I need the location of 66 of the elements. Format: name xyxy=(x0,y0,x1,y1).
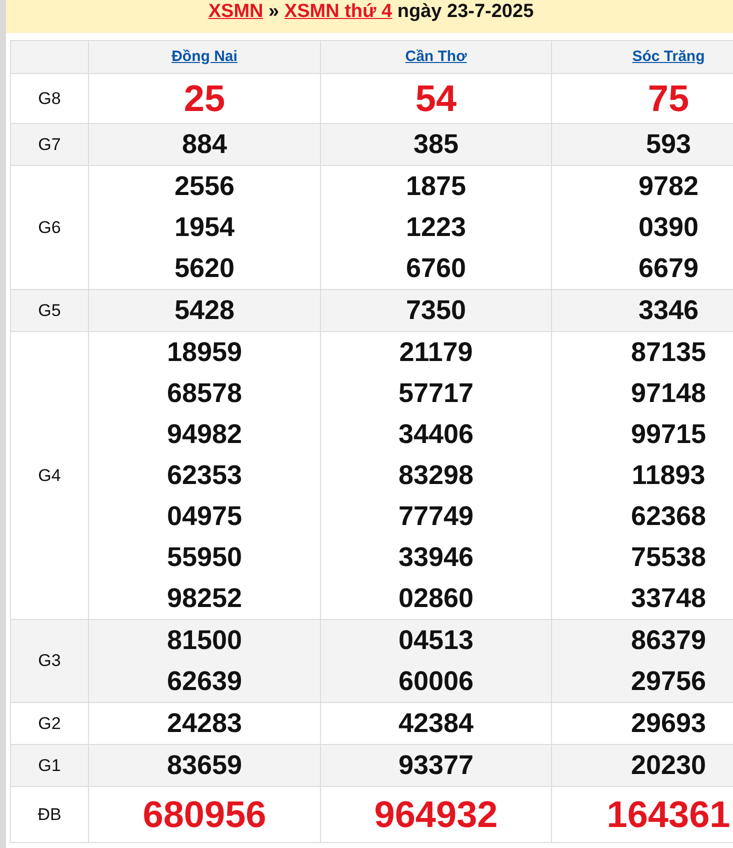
prize-number: 593 xyxy=(644,128,692,161)
prize-number: 97148 xyxy=(630,377,708,410)
prize-number: 1223 xyxy=(404,211,468,244)
prize-number: 9782 xyxy=(637,170,700,203)
prize-number: 62368 xyxy=(630,500,708,533)
prize-number: 0390 xyxy=(637,211,700,244)
prize-label: G5 xyxy=(10,290,88,332)
prize-number: 5428 xyxy=(173,294,236,327)
prize-label: G7 xyxy=(10,124,88,166)
prize-number: 42384 xyxy=(397,707,475,740)
prize-number: 2556 xyxy=(173,170,236,203)
prize-number: 964932 xyxy=(373,793,499,837)
province-link[interactable]: Cần Thơ xyxy=(405,48,467,65)
prize-number: 11893 xyxy=(630,459,706,492)
prize-number: 60006 xyxy=(397,665,475,698)
prize-number: 02860 xyxy=(397,582,475,615)
prize-number: 75538 xyxy=(630,541,708,574)
prize-number: 29693 xyxy=(630,707,708,740)
prize-number: 04513 xyxy=(397,624,475,657)
prize-label: G3 xyxy=(10,620,88,702)
prize-number: 21179 xyxy=(398,336,474,369)
prize-number: 20230 xyxy=(630,749,708,782)
prize-number: 29756 xyxy=(630,665,708,698)
prize-number: 884 xyxy=(180,128,228,161)
prize-number: 680956 xyxy=(142,793,268,837)
prize-number: 33748 xyxy=(630,582,708,615)
prize-number: 83298 xyxy=(397,459,475,492)
breadcrumb-link[interactable]: XSMN thứ 4 xyxy=(284,1,392,22)
province-link[interactable]: Đồng Nai xyxy=(172,48,238,65)
prize-number: 04975 xyxy=(166,500,244,533)
prize-number: 3346 xyxy=(637,294,700,327)
prize-number: 34406 xyxy=(397,418,475,451)
prize-number: 62353 xyxy=(166,459,244,492)
breadcrumb-separator: » xyxy=(268,1,280,22)
prize-number: 6679 xyxy=(637,252,700,285)
prize-number: 62639 xyxy=(166,665,244,698)
prize-number: 99715 xyxy=(630,418,708,451)
prize-number: 81500 xyxy=(166,624,244,657)
prize-label: G1 xyxy=(10,744,88,786)
prize-number: 1875 xyxy=(404,170,468,203)
prize-label: ĐB xyxy=(10,786,88,842)
prize-number: 25 xyxy=(182,77,226,121)
prize-number: 83659 xyxy=(166,749,244,782)
prize-number: 164361 xyxy=(606,793,732,837)
prize-number: 98252 xyxy=(166,582,244,615)
prize-number: 24283 xyxy=(166,707,244,740)
breadcrumb-link[interactable]: XSMN xyxy=(208,1,264,22)
prize-number: 57717 xyxy=(397,377,475,410)
prize-number: 86379 xyxy=(630,624,708,657)
prize-number: 54 xyxy=(414,77,458,121)
prize-number: 77749 xyxy=(397,500,475,533)
prize-number: 75 xyxy=(646,77,690,121)
prize-number: 94982 xyxy=(166,418,244,451)
prize-number: 7350 xyxy=(404,294,468,327)
prize-number: 55950 xyxy=(166,541,244,574)
prize-number: 385 xyxy=(412,128,460,161)
prize-number: 87135 xyxy=(630,336,708,369)
prize-number: 18959 xyxy=(166,336,244,369)
prize-label: G4 xyxy=(10,332,88,620)
prize-number: 33946 xyxy=(397,541,475,574)
prize-number: 68578 xyxy=(166,377,244,410)
prize-number: 5620 xyxy=(173,252,236,285)
prize-number: 1954 xyxy=(173,211,236,244)
prize-number: 93377 xyxy=(397,749,475,782)
draw-date: ngày 23-7-2025 xyxy=(397,1,534,22)
prize-number: 6760 xyxy=(404,252,468,285)
